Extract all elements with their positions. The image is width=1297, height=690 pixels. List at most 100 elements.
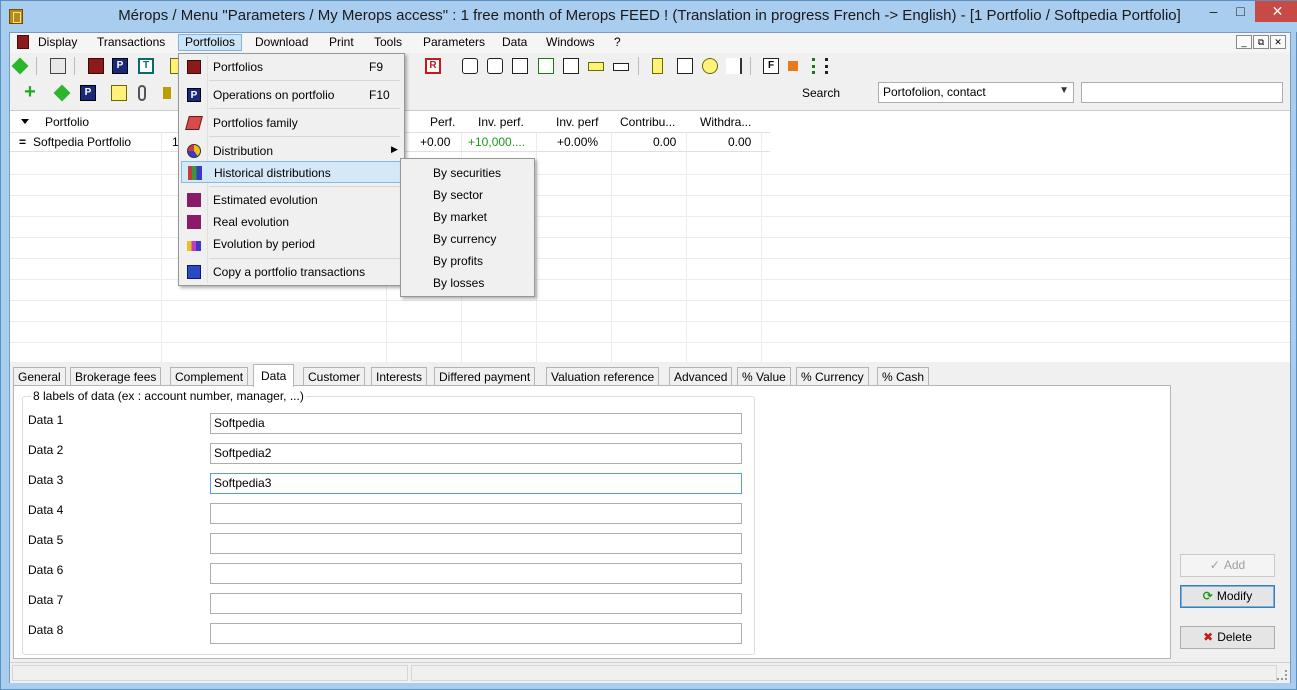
tab-differed-payment[interactable]: Differed payment <box>434 367 536 386</box>
scale-icon[interactable] <box>613 63 629 71</box>
table-icon[interactable] <box>512 58 528 74</box>
alert-icon[interactable] <box>702 58 718 74</box>
add-button[interactable]: ✓ Add <box>1180 554 1275 577</box>
modify-button[interactable]: ⟳ Modify <box>1180 585 1275 608</box>
tag-icon[interactable] <box>11 57 29 75</box>
menu-item-portfolios-family[interactable]: Portfolios family <box>181 112 402 134</box>
sort-down-icon[interactable] <box>21 119 29 124</box>
data-8-field[interactable] <box>210 623 742 644</box>
submenu-item-by-securities[interactable]: By securities <box>433 166 501 180</box>
print-preview-icon[interactable] <box>487 58 503 74</box>
search-scope-select[interactable]: Portofolion, contact ▼ <box>878 82 1074 103</box>
submenu-item-by-currency[interactable]: By currency <box>433 232 496 246</box>
tab-complement[interactable]: Complement <box>170 367 249 386</box>
tab-general[interactable]: General <box>13 367 66 386</box>
data-2-field[interactable]: Softpedia2 <box>210 443 742 464</box>
tab-percent-cash[interactable]: % Cash <box>877 367 930 386</box>
menu-portfolios[interactable]: Portfolios <box>178 34 243 51</box>
menu-download[interactable]: Download <box>249 35 314 52</box>
minimize-button[interactable]: – <box>1200 1 1227 22</box>
note-icon[interactable] <box>111 85 127 101</box>
menu-print[interactable]: Print <box>323 35 360 52</box>
tab-valuation-reference[interactable]: Valuation reference <box>546 367 660 386</box>
transaction-t-icon[interactable]: T <box>138 58 154 74</box>
evolution-chart-icon <box>187 215 201 229</box>
data-4-field[interactable] <box>210 503 742 524</box>
formula-f-icon[interactable]: F <box>763 58 779 74</box>
data-1-field[interactable]: Softpedia <box>210 413 742 434</box>
tab-customer[interactable]: Customer <box>303 367 366 386</box>
toolbar-separator <box>36 57 37 75</box>
close-button[interactable]: ✕ <box>1255 1 1297 22</box>
mdi-restore-button[interactable]: ⧉ <box>1253 35 1269 49</box>
calculator-icon[interactable] <box>652 58 663 74</box>
chart-image-icon[interactable] <box>563 58 579 74</box>
checkbox-icon[interactable] <box>677 58 693 74</box>
data-3-field[interactable]: Softpedia3 <box>210 473 742 494</box>
modify-button-label: Modify <box>1216 589 1253 603</box>
sort-icon[interactable] <box>788 61 798 71</box>
portfolio-book-icon[interactable] <box>88 58 104 74</box>
data-7-field[interactable] <box>210 593 742 614</box>
portfolio-p-icon[interactable]: P <box>80 85 96 101</box>
tab-interests[interactable]: Interests <box>371 367 428 386</box>
submenu-item-by-profits[interactable]: By profits <box>433 254 483 268</box>
attachment-icon[interactable] <box>138 85 146 101</box>
menu-item-copy-portfolio-transactions[interactable]: Copy a portfolio transactions <box>181 261 402 283</box>
menu-windows[interactable]: Windows <box>540 35 601 52</box>
menu-item-evolution-by-period[interactable]: Evolution by period <box>181 233 402 255</box>
columns-icon[interactable] <box>538 58 554 74</box>
tab-brokerage-fees[interactable]: Brokerage fees <box>70 367 162 386</box>
title-bar: Mérops / Menu "Parameters / My Merops ac… <box>1 1 1297 32</box>
resize-grip[interactable] <box>1277 670 1287 680</box>
data-5-field[interactable] <box>210 533 742 554</box>
menu-tools[interactable]: Tools <box>368 35 408 52</box>
list-yellow-icon[interactable] <box>163 87 179 99</box>
column-header-inv-perf[interactable]: Inv. perf. <box>478 115 524 129</box>
menu-display[interactable]: Display <box>32 35 83 52</box>
menu-item-portfolios[interactable]: Portfolios F9 <box>181 56 402 78</box>
ruler-icon[interactable] <box>588 62 604 71</box>
data-6-field[interactable] <box>210 563 742 584</box>
grid-line <box>10 321 1290 322</box>
column-header-inv-perf-pct[interactable]: Inv. perf <box>556 115 598 129</box>
menu-item-real-evolution[interactable]: Real evolution <box>181 211 402 233</box>
add-icon[interactable]: + <box>22 82 38 102</box>
report-r-icon[interactable]: R <box>425 58 441 74</box>
list-icon[interactable] <box>726 58 742 74</box>
submenu-item-by-losses[interactable]: By losses <box>433 276 484 290</box>
column-header-contributions[interactable]: Contribu... <box>620 115 675 129</box>
menu-item-estimated-evolution[interactable]: Estimated evolution <box>181 189 402 211</box>
menu-item-distribution[interactable]: Distribution ▶ <box>181 140 402 162</box>
tab-data[interactable]: Data <box>253 364 295 387</box>
status-cell <box>12 665 408 681</box>
mdi-minimize-button[interactable]: _ <box>1236 35 1252 49</box>
portfolio-p-icon[interactable]: P <box>112 58 128 74</box>
status-cell <box>411 665 1277 681</box>
column-header-perf[interactable]: Perf. <box>430 115 455 129</box>
grid-dots-icon[interactable] <box>812 58 828 74</box>
document-icon[interactable] <box>17 35 29 49</box>
submenu-item-by-market[interactable]: By market <box>433 210 487 224</box>
printer-icon[interactable] <box>462 58 478 74</box>
tag-icon[interactable] <box>53 84 71 102</box>
search-input[interactable] <box>1081 82 1283 103</box>
column-header-portfolio[interactable]: Portfolio <box>45 115 89 129</box>
menu-item-historical-distributions[interactable]: Historical distributions <box>181 161 402 183</box>
delete-x-icon: ✖ <box>1203 630 1214 645</box>
delete-button[interactable]: ✖ Delete <box>1180 626 1275 649</box>
menu-transactions[interactable]: Transactions <box>91 35 171 52</box>
tab-percent-value[interactable]: % Value <box>737 367 791 386</box>
grid-line <box>10 342 1290 343</box>
export-icon[interactable] <box>50 58 66 74</box>
menu-item-operations-on-portfolio[interactable]: P Operations on portfolio F10 <box>181 84 402 106</box>
submenu-item-by-sector[interactable]: By sector <box>433 188 483 202</box>
tab-advanced[interactable]: Advanced <box>669 367 733 386</box>
menu-data[interactable]: Data <box>496 35 533 52</box>
menu-help[interactable]: ? <box>608 35 627 52</box>
maximize-button[interactable]: □ <box>1227 1 1254 22</box>
menu-parameters[interactable]: Parameters <box>417 35 491 52</box>
mdi-close-button[interactable]: ✕ <box>1270 35 1286 49</box>
column-header-withdrawals[interactable]: Withdra... <box>700 115 751 129</box>
tab-percent-currency[interactable]: % Currency <box>796 367 869 386</box>
